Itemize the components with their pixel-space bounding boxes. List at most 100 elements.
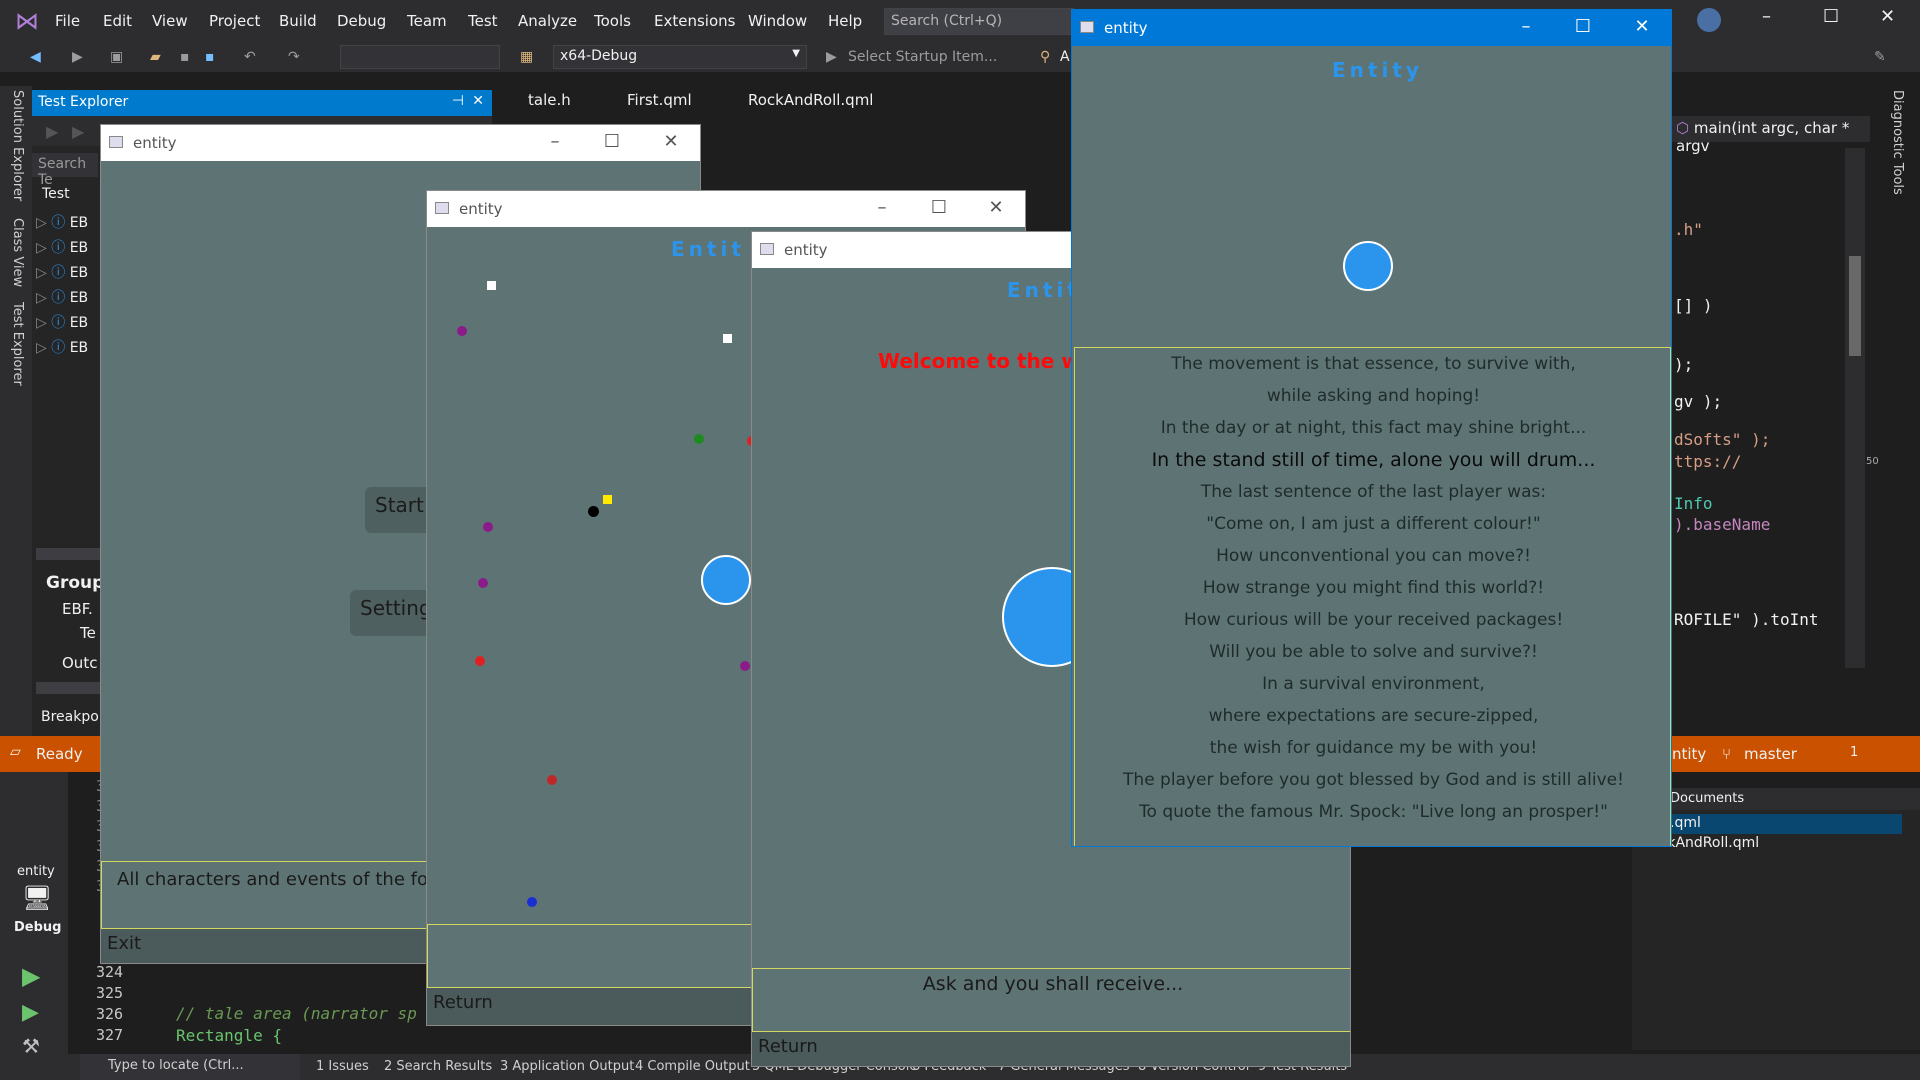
menu-edit[interactable]: Edit <box>103 12 132 30</box>
white-square-item <box>487 281 496 290</box>
status-project[interactable]: ntity <box>1672 745 1706 763</box>
play-icon[interactable]: ▶ <box>826 49 837 65</box>
redo-icon[interactable]: ↷ <box>288 49 300 65</box>
maximize-icon[interactable]: ☐ <box>1823 6 1839 27</box>
monitor-icon[interactable]: 🖥 <box>22 884 52 912</box>
test-item[interactable]: ▷ ⓘ EB <box>36 311 88 336</box>
save-all-icon[interactable]: ▪ <box>205 49 215 65</box>
close-icon[interactable]: ✕ <box>1627 16 1657 37</box>
window-title: entity <box>459 200 503 218</box>
minimize-icon[interactable]: – <box>1511 16 1541 37</box>
minimize-icon[interactable]: – <box>867 197 897 218</box>
menu-file[interactable]: File <box>55 12 80 30</box>
tab-tale-h[interactable]: tale.h <box>528 91 571 109</box>
code-line: ttps:// <box>1674 452 1742 471</box>
menu-help[interactable]: Help <box>828 12 862 30</box>
tab-breakpoints[interactable]: Breakpoi <box>41 709 103 725</box>
tab-solution-explorer[interactable]: Solution Explorer <box>10 90 25 201</box>
document-item[interactable]: .qml <box>1632 814 1902 834</box>
return-button[interactable]: Return <box>752 1032 1350 1066</box>
poem-line: How unconventional you can move?! <box>1216 546 1531 566</box>
welcome-text: Welcome to the wo <box>878 349 1094 373</box>
debug-target[interactable]: entity <box>17 864 55 879</box>
tab-compile-output[interactable]: 4 Compile Output <box>635 1059 750 1074</box>
startup-item[interactable]: Select Startup Item... <box>848 49 997 65</box>
tab-search-results[interactable]: 2 Search Results <box>384 1059 492 1074</box>
menu-debug[interactable]: Debug <box>337 12 386 30</box>
tab-class-view[interactable]: Class View <box>10 218 25 287</box>
window-titlebar[interactable]: entity – ☐ ✕ <box>427 191 1025 227</box>
test-item[interactable]: ▷ ⓘ EB <box>36 286 88 311</box>
debug-run-icon[interactable]: ▶ <box>22 1000 39 1025</box>
run-icon[interactable]: ▶ <box>72 122 84 141</box>
vertical-scrollbar[interactable] <box>1845 148 1865 668</box>
menu-test[interactable]: Test <box>468 12 498 30</box>
window-titlebar[interactable]: entity – ☐ ✕ <box>1072 10 1671 46</box>
minimize-icon[interactable]: – <box>540 131 570 152</box>
menu-view[interactable]: View <box>152 12 188 30</box>
forward-icon[interactable]: ▶ <box>72 49 83 65</box>
window-titlebar[interactable]: entity – ☐ ✕ <box>101 125 700 161</box>
solution-config-dropdown[interactable] <box>340 45 500 69</box>
undo-icon[interactable]: ↶ <box>244 49 256 65</box>
tab-issues[interactable]: 1 Issues <box>316 1059 369 1074</box>
player-face-icon[interactable] <box>701 555 751 605</box>
config-dropdown[interactable]: x64-Debug ▼ <box>553 45 807 69</box>
tab-rockandroll-qml[interactable]: RockAndRoll.qml <box>748 91 873 109</box>
save-icon[interactable]: ▪ <box>180 49 190 65</box>
search-tests-input[interactable]: Search Te <box>32 153 98 188</box>
horizontal-scrollbar[interactable] <box>36 682 100 694</box>
scroll-thumb[interactable] <box>1849 256 1861 356</box>
close-icon[interactable]: ✕ <box>656 131 686 152</box>
run-icon[interactable]: ▶ <box>22 962 40 990</box>
pin-icon[interactable]: ⊣ <box>452 93 464 109</box>
menu-team[interactable]: Team <box>407 12 447 30</box>
purple-dot-entity <box>457 326 467 336</box>
poem-line-highlight: In the stand still of time, alone you wi… <box>1151 449 1596 471</box>
build-icon[interactable]: ▦ <box>520 49 533 65</box>
maximize-icon[interactable]: ☐ <box>1568 16 1598 37</box>
maximize-icon[interactable]: ☐ <box>924 197 954 218</box>
maximize-icon[interactable]: ☐ <box>597 131 627 152</box>
menu-tools[interactable]: Tools <box>594 12 631 30</box>
avatar[interactable] <box>1697 8 1721 32</box>
warning-icon: ⓘ <box>51 315 66 331</box>
function-dropdown[interactable]: ⬡ main(int argc, char * argv <box>1670 116 1870 155</box>
tab-first-qml[interactable]: First.qml <box>627 91 692 109</box>
red-dot-entity <box>475 656 485 666</box>
live-share-icon[interactable]: ⚲ <box>1040 49 1050 65</box>
run-all-icon[interactable]: ▶ <box>46 122 58 141</box>
warning-icon: ⓘ <box>51 340 66 356</box>
tab-diagnostic-tools[interactable]: Diagnostic Tools <box>1890 90 1905 195</box>
menu-analyze[interactable]: Analyze <box>518 12 577 30</box>
menu-window[interactable]: Window <box>748 12 807 30</box>
test-item[interactable]: ▷ ⓘ EB <box>36 211 88 236</box>
tab-test-explorer[interactable]: Test Explorer <box>10 302 25 386</box>
feedback-icon[interactable]: ✎ <box>1874 49 1886 65</box>
open-folder-icon[interactable]: ▰ <box>150 49 161 65</box>
notification-badge[interactable]: 1 <box>1850 745 1858 760</box>
poem-line: The player before you got blessed by God… <box>1123 770 1624 790</box>
back-icon[interactable]: ◀ <box>30 49 41 65</box>
branch-name[interactable]: master <box>1744 745 1797 763</box>
test-item[interactable]: ▷ ⓘ EB <box>36 236 88 261</box>
menu-project[interactable]: Project <box>209 12 260 30</box>
tab-application-output[interactable]: 3 Application Output <box>500 1059 634 1074</box>
locator-input[interactable]: Type to locate (Ctrl... <box>80 1054 300 1080</box>
close-icon[interactable]: ✕ <box>981 197 1011 218</box>
document-item[interactable]: RockAndRoll.qml <box>1632 834 1902 854</box>
menu-build[interactable]: Build <box>279 12 317 30</box>
status-icon: ▱ <box>10 744 21 760</box>
new-project-icon[interactable]: ▣ <box>110 49 123 65</box>
horizontal-scrollbar[interactable] <box>36 548 100 560</box>
search-input[interactable]: Search (Ctrl+Q) <box>884 8 1074 35</box>
close-icon[interactable]: ✕ <box>1880 6 1895 27</box>
test-item[interactable]: ▷ ⓘ EB <box>36 261 88 286</box>
close-icon[interactable]: ✕ <box>472 93 484 109</box>
test-item[interactable]: ▷ ⓘ EB <box>36 336 88 361</box>
debug-mode[interactable]: Debug <box>14 920 61 935</box>
minimize-icon[interactable]: – <box>1762 6 1771 27</box>
poem-line: How strange you might find this world?! <box>1202 578 1545 598</box>
poem-line: while asking and hoping! <box>1266 386 1481 406</box>
menu-extensions[interactable]: Extensions <box>654 12 735 30</box>
